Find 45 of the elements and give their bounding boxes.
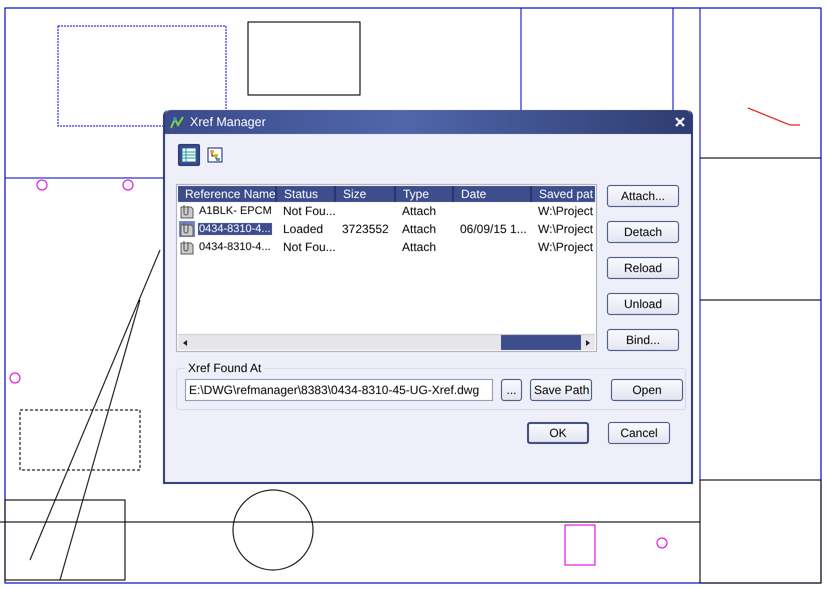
size-cell: 3723552: [342, 222, 389, 236]
ok-button[interactable]: OK: [527, 422, 589, 444]
status-cell-text: Not Fou...: [282, 240, 336, 254]
path-field[interactable]: E:\DWG\refmanager\8383\0434-8310-45-UG-Xref.dwg: [185, 379, 493, 401]
xref-row[interactable]: A1BLK- EPCM Not Fou... Attach W:\Project: [178, 202, 595, 220]
status-cell-text: Not Fou...: [282, 204, 336, 218]
cancel-button[interactable]: Cancel: [608, 422, 670, 444]
group-label: Xref Found At: [187, 361, 262, 375]
action-button[interactable]: Detach: [607, 221, 679, 243]
column-header[interactable]: Reference Name: [178, 186, 277, 202]
status-cell-text: Loaded: [282, 222, 324, 236]
reference-name: 0434-8310-4...: [198, 241, 272, 253]
horizontal-scrollbar[interactable]: [178, 334, 595, 350]
window-title: Xref Manager: [190, 115, 267, 129]
column-header[interactable]: Status: [277, 186, 336, 202]
action-button[interactable]: Bind...: [607, 329, 679, 351]
saved-path-cell-text: W:\Project: [537, 240, 594, 254]
type-cell-text: Attach: [401, 222, 438, 236]
date-cell: 06/09/15 1...: [460, 222, 527, 236]
column-header[interactable]: Saved pat: [532, 186, 595, 202]
file-icon: [179, 239, 195, 255]
browse-button[interactable]: ...: [501, 379, 522, 401]
column-header[interactable]: Type: [396, 186, 454, 202]
close-icon[interactable]: [675, 117, 685, 127]
column-header[interactable]: Size: [336, 186, 396, 202]
column-header[interactable]: Date: [454, 186, 532, 202]
reference-name: 0434-8310-4...: [198, 223, 272, 235]
app-icon: [169, 114, 185, 130]
file-icon: [179, 221, 195, 237]
action-button[interactable]: Attach...: [607, 185, 679, 207]
reference-name: A1BLK- EPCM: [198, 205, 273, 217]
list-view-button[interactable]: [178, 144, 200, 166]
saved-path-cell-text: W:\Project: [537, 204, 594, 218]
xref-row[interactable]: 0434-8310-4... Loaded 3723552 Attach 06/09/15 1... W:\Project: [178, 220, 595, 238]
saved-path-cell-text: W:\Project: [537, 222, 594, 236]
xref-row[interactable]: 0434-8310-4... Not Fou... Attach W:\Project: [178, 238, 595, 256]
list-view-icon: [181, 147, 197, 163]
tree-view-icon: [207, 147, 223, 163]
file-icon: [179, 203, 195, 219]
open-button[interactable]: Open: [611, 379, 683, 401]
type-cell-text: Attach: [401, 204, 438, 218]
type-cell-text: Attach: [401, 240, 438, 254]
action-button[interactable]: Reload: [607, 257, 679, 279]
action-button[interactable]: Unload: [607, 293, 679, 315]
save-path-button[interactable]: Save Path: [530, 379, 592, 401]
